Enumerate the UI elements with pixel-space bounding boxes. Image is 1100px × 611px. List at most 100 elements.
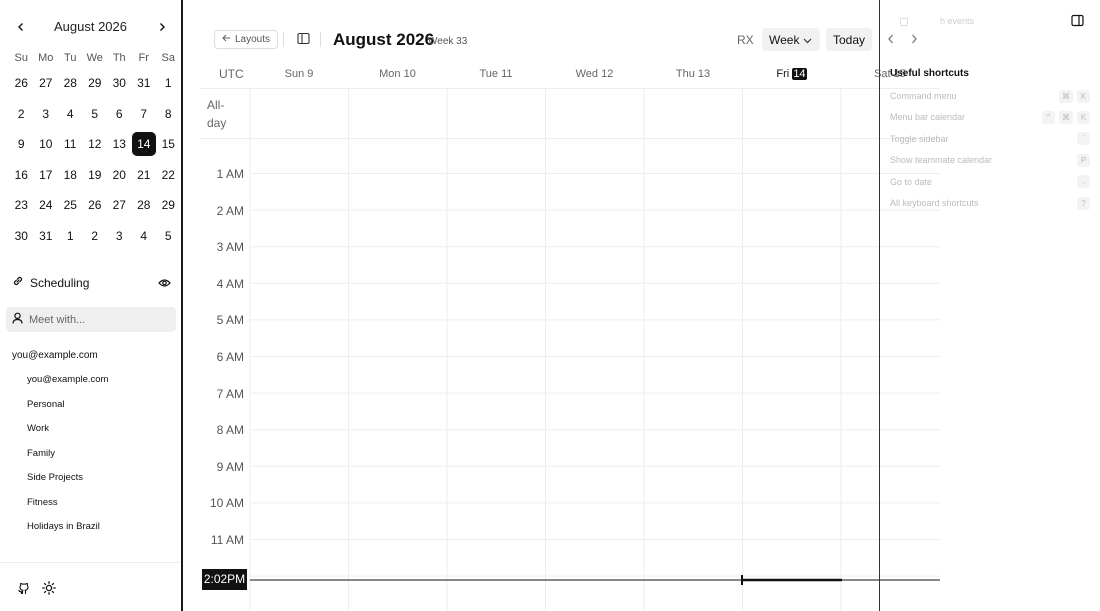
scheduling-row: Scheduling xyxy=(12,274,171,292)
mini-calendar-day[interactable]: 13 xyxy=(107,129,132,160)
layouts-button[interactable]: Layouts xyxy=(214,30,279,49)
mini-calendar-day[interactable]: 31 xyxy=(34,221,59,252)
shortcut-keys: ⌘ K xyxy=(1059,89,1090,103)
shortcut-keys: ` xyxy=(1077,132,1090,146)
weekday-label: We xyxy=(86,52,103,64)
mini-calendar-day[interactable]: 1 xyxy=(58,221,83,252)
mini-calendar-day[interactable]: 26 xyxy=(9,68,34,99)
calendar-list-item[interactable]: Fitness xyxy=(27,491,108,516)
shortcut-key: ⌘ xyxy=(1059,110,1073,124)
mini-calendar-day[interactable]: 27 xyxy=(107,190,132,221)
mini-calendar-day[interactable]: 1 xyxy=(156,68,181,99)
sun-icon[interactable] xyxy=(41,580,57,596)
mini-calendar-day[interactable]: 15 xyxy=(156,129,181,160)
day-number: 11 xyxy=(501,68,513,80)
weekday-header-row: Su Mo Tu We Th Fr Sa xyxy=(9,48,180,68)
mini-calendar-day[interactable]: 6 xyxy=(107,99,132,130)
shortcut-row[interactable]: Show teammate calendar P xyxy=(890,153,1090,167)
mini-calendar-day[interactable]: 30 xyxy=(9,221,34,252)
mini-calendar-day[interactable]: 30 xyxy=(107,68,132,99)
mini-calendar-day[interactable]: 2 xyxy=(9,99,34,130)
calendar-list-item[interactable]: Work xyxy=(27,417,108,442)
day-header-fri[interactable]: Fri 14 xyxy=(743,68,841,80)
search-icon xyxy=(900,14,909,32)
hour-label: 2 AM xyxy=(216,203,244,218)
day-header-thu[interactable]: Thu 13 xyxy=(644,68,742,80)
user-icon xyxy=(12,311,23,329)
layouts-label: Layouts xyxy=(235,34,271,45)
sidebar-footer xyxy=(0,562,181,611)
shortcut-label: All keyboard shortcuts xyxy=(890,198,979,208)
mini-calendar-day[interactable]: 8 xyxy=(156,99,181,130)
view-selector[interactable]: Week xyxy=(762,28,820,51)
eye-icon[interactable] xyxy=(158,278,171,288)
mini-calendar-day[interactable]: 3 xyxy=(107,221,132,252)
mini-calendar-title: August 2026 xyxy=(53,19,127,34)
mini-calendar-day[interactable]: 2 xyxy=(83,221,108,252)
topbar: Layouts August 2026 Week 33 RX Week Toda… xyxy=(185,0,893,62)
mini-calendar-day[interactable]: 5 xyxy=(156,221,181,252)
panel-toggle-icon[interactable] xyxy=(1071,14,1084,32)
mini-calendar-day[interactable]: 17 xyxy=(34,160,59,191)
mini-calendar-day[interactable]: 18 xyxy=(58,160,83,191)
mini-calendar-day[interactable]: 5 xyxy=(83,99,108,130)
mini-calendar-day[interactable]: 27 xyxy=(34,68,59,99)
sidebar-toggle-icon[interactable] xyxy=(297,32,310,50)
mini-calendar-week: 26 27 28 29 30 31 1 xyxy=(9,68,180,99)
user-initials[interactable]: RX xyxy=(737,33,754,47)
current-time-label: 2:02PM xyxy=(202,569,247,590)
today-button[interactable]: Today xyxy=(826,28,872,51)
mini-calendar-day[interactable]: 10 xyxy=(34,129,59,160)
mini-calendar-day[interactable]: 9 xyxy=(9,129,34,160)
mini-calendar-day[interactable]: 20 xyxy=(107,160,132,191)
shortcut-row[interactable]: Toggle sidebar ` xyxy=(890,132,1090,146)
shortcut-label: Command menu xyxy=(890,91,957,101)
day-header-tue[interactable]: Tue 11 xyxy=(447,68,545,80)
mini-calendar-day[interactable]: 24 xyxy=(34,190,59,221)
shortcut-row[interactable]: Command menu ⌘ K xyxy=(890,89,1090,103)
chevron-down-icon xyxy=(803,33,812,47)
mini-calendar-day[interactable]: 16 xyxy=(9,160,34,191)
mini-calendar-day[interactable]: 28 xyxy=(132,190,157,221)
meet-with-input[interactable] xyxy=(29,313,159,326)
calendar-list-item[interactable]: Holidays in Brazil xyxy=(27,515,108,540)
mini-calendar-today[interactable]: 14 xyxy=(131,129,157,160)
calendar-list-item[interactable]: Personal xyxy=(27,393,108,418)
shortcut-row[interactable]: Go to date. xyxy=(890,175,1090,189)
day-headers: UTC Sun 9 Mon 10 Tue 11 Wed 12 Thu 13 Fri 14 S… xyxy=(200,62,940,88)
mini-calendar-day[interactable]: 26 xyxy=(83,190,108,221)
weekday-label: Fr xyxy=(138,52,149,64)
mini-calendar-day[interactable]: 21 xyxy=(132,160,157,191)
mini-calendar-day[interactable]: 22 xyxy=(156,160,181,191)
mini-calendar-day[interactable]: 29 xyxy=(156,190,181,221)
shortcut-row[interactable]: Menu bar calendar ⌃ ⌘ K xyxy=(890,110,1090,124)
day-name: Wed xyxy=(575,68,599,80)
shortcut-row[interactable]: All keyboard shortcuts? xyxy=(890,196,1090,210)
chevron-right-icon[interactable] xyxy=(151,17,173,37)
calendar-list-item[interactable]: Family xyxy=(27,442,108,467)
mini-calendar-day[interactable]: 4 xyxy=(132,221,157,252)
weekday-label: Su xyxy=(14,52,28,64)
github-icon[interactable] xyxy=(15,580,31,596)
mini-calendar-day[interactable]: 25 xyxy=(58,190,83,221)
mini-calendar-day[interactable]: 12 xyxy=(83,129,108,160)
mini-calendar-day[interactable]: 11 xyxy=(58,129,83,160)
mini-calendar-day[interactable]: 29 xyxy=(83,68,108,99)
day-header-mon[interactable]: Mon 10 xyxy=(349,68,447,80)
day-number: 12 xyxy=(601,68,614,80)
mini-calendar-day[interactable]: 3 xyxy=(34,99,59,130)
mini-calendar-day[interactable]: 4 xyxy=(58,99,83,130)
mini-calendar-day[interactable]: 19 xyxy=(83,160,108,191)
calendar-list-item[interactable]: you@example.com xyxy=(27,368,108,393)
day-header-sun[interactable]: Sun 9 xyxy=(250,68,348,80)
calendar-list-item[interactable]: Side Projects xyxy=(27,466,108,491)
search-events-hint[interactable]: h events xyxy=(940,16,974,26)
day-header-wed[interactable]: Wed 12 xyxy=(546,68,644,80)
shortcut-key: . xyxy=(1077,175,1090,189)
day-name: Thu xyxy=(675,68,695,80)
mini-calendar-day[interactable]: 7 xyxy=(132,99,157,130)
mini-calendar-day[interactable]: 23 xyxy=(9,190,34,221)
mini-calendar-day[interactable]: 28 xyxy=(58,68,83,99)
mini-calendar-day[interactable]: 31 xyxy=(132,68,157,99)
mini-calendar-header: August 2026 xyxy=(8,17,173,37)
